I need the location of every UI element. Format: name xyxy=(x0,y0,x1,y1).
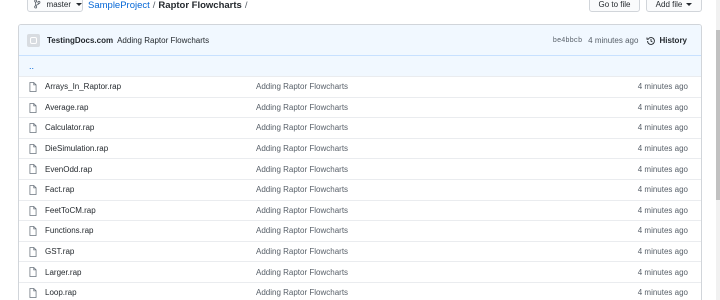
file-name-link[interactable]: GST.rap xyxy=(45,247,74,256)
chevron-down-icon xyxy=(686,2,693,6)
file-commit-age: 4 minutes ago xyxy=(637,267,688,277)
repo-toolbar: master SampleProject / Raptor Flowcharts / … xyxy=(0,0,720,14)
add-file-button[interactable]: Add file xyxy=(646,0,702,12)
file-icon xyxy=(29,143,37,154)
file-name-link[interactable]: Arrays_In_Raptor.rap xyxy=(45,82,121,91)
breadcrumb-current-folder: Raptor Flowcharts xyxy=(158,0,242,11)
file-row[interactable]: Arrays_In_Raptor.rap Adding Raptor Flowch… xyxy=(19,77,701,98)
branch-select-button[interactable]: master xyxy=(27,0,83,12)
file-name-link[interactable]: Larger.rap xyxy=(45,268,81,277)
file-commit-message[interactable]: Adding Raptor Flowcharts xyxy=(256,247,348,256)
commit-meta: be4bbcb 4 minutes ago History xyxy=(553,25,687,56)
file-commit-age: 4 minutes ago xyxy=(637,102,688,112)
file-commit-age: 4 minutes ago xyxy=(637,144,688,154)
file-row[interactable]: Functions.rap Adding Raptor Flowcharts 4 m… xyxy=(19,221,701,242)
history-link[interactable]: History xyxy=(646,36,687,46)
avatar[interactable] xyxy=(27,33,40,47)
file-commit-age: 4 minutes ago xyxy=(637,82,688,92)
file-commit-message[interactable]: Adding Raptor Flowcharts xyxy=(256,123,348,132)
latest-commit-bar: TestingDocs.com Adding Raptor Flowcharts… xyxy=(19,25,701,56)
commit-sha-link[interactable]: be4bbcb xyxy=(553,37,582,45)
file-commit-age: 4 minutes ago xyxy=(637,123,688,133)
add-file-label: Add file xyxy=(655,0,683,9)
file-commit-message[interactable]: Adding Raptor Flowcharts xyxy=(256,103,348,112)
commit-author-link[interactable]: TestingDocs.com xyxy=(47,36,113,45)
file-commit-age: 4 minutes ago xyxy=(637,205,688,215)
file-commit-message[interactable]: Adding Raptor Flowcharts xyxy=(256,185,348,194)
file-commit-message[interactable]: Adding Raptor Flowcharts xyxy=(256,288,348,297)
parent-directory-link[interactable]: .. xyxy=(19,56,701,77)
breadcrumb-separator: / xyxy=(152,0,156,11)
file-rows: Arrays_In_Raptor.rap Adding Raptor Flowch… xyxy=(19,77,701,300)
breadcrumb: SampleProject / Raptor Flowcharts / xyxy=(88,0,250,11)
file-name-link[interactable]: EvenOdd.rap xyxy=(45,165,92,174)
file-commit-age: 4 minutes ago xyxy=(637,247,688,257)
commit-message-link[interactable]: Adding Raptor Flowcharts xyxy=(117,36,209,45)
file-commit-age: 4 minutes ago xyxy=(637,288,688,298)
file-commit-message[interactable]: Adding Raptor Flowcharts xyxy=(256,206,348,215)
file-row[interactable]: EvenOdd.rap Adding Raptor Flowcharts 4 min… xyxy=(19,159,701,180)
file-commit-age: 4 minutes ago xyxy=(637,185,688,195)
scrollbar-thumb[interactable] xyxy=(716,30,720,200)
commit-time: 4 minutes ago xyxy=(588,36,639,45)
file-row[interactable]: GST.rap Adding Raptor Flowcharts 4 minutes… xyxy=(19,242,701,263)
chevron-down-icon xyxy=(76,2,82,6)
file-name-link[interactable]: Calculator.rap xyxy=(45,123,94,132)
file-commit-message[interactable]: Adding Raptor Flowcharts xyxy=(256,165,348,174)
file-commit-message[interactable]: Adding Raptor Flowcharts xyxy=(256,144,348,153)
file-row[interactable]: Calculator.rap Adding Raptor Flowcharts 4 … xyxy=(19,118,701,139)
file-row[interactable]: DieSimulation.rap Adding Raptor Flowchart… xyxy=(19,139,701,160)
file-icon xyxy=(29,205,37,216)
file-icon xyxy=(29,164,37,175)
file-commit-message[interactable]: Adding Raptor Flowcharts xyxy=(256,82,348,91)
file-row[interactable]: Average.rap Adding Raptor Flowcharts 4 min… xyxy=(19,98,701,119)
file-name-link[interactable]: FeetToCM.rap xyxy=(45,206,96,215)
file-row[interactable]: Loop.rap Adding Raptor Flowcharts 4 minute… xyxy=(19,283,701,300)
file-name-link[interactable]: Fact.rap xyxy=(45,185,74,194)
file-name-link[interactable]: Loop.rap xyxy=(45,288,77,297)
page-scrollbar[interactable] xyxy=(716,0,720,300)
file-icon xyxy=(29,267,37,278)
breadcrumb-repo-link[interactable]: SampleProject xyxy=(88,0,150,11)
history-label: History xyxy=(659,36,687,45)
file-icon xyxy=(29,185,37,195)
file-icon xyxy=(29,123,37,134)
file-commit-age: 4 minutes ago xyxy=(637,164,688,174)
file-name-link[interactable]: Average.rap xyxy=(45,103,88,112)
file-commit-message[interactable]: Adding Raptor Flowcharts xyxy=(256,226,348,235)
file-icon xyxy=(29,82,37,92)
clock-history-icon xyxy=(646,36,656,45)
file-name-link[interactable]: DieSimulation.rap xyxy=(45,144,108,153)
file-commit-age: 4 minutes ago xyxy=(637,226,688,236)
branch-name: master xyxy=(46,0,71,9)
file-icon xyxy=(29,102,37,113)
file-name-link[interactable]: Functions.rap xyxy=(45,226,93,235)
breadcrumb-separator: / xyxy=(244,0,248,11)
file-list-box: TestingDocs.com Adding Raptor Flowcharts… xyxy=(18,24,702,300)
file-row[interactable]: Larger.rap Adding Raptor Flowcharts 4 minu… xyxy=(19,262,701,283)
file-icon xyxy=(29,246,37,257)
git-branch-icon xyxy=(34,0,41,9)
go-to-file-button[interactable]: Go to file xyxy=(589,0,640,12)
file-row[interactable]: Fact.rap Adding Raptor Flowcharts 4 minute… xyxy=(19,180,701,201)
file-icon xyxy=(29,288,37,298)
file-row[interactable]: FeetToCM.rap Adding Raptor Flowcharts 4 mi… xyxy=(19,201,701,222)
file-icon xyxy=(29,226,37,237)
file-commit-message[interactable]: Adding Raptor Flowcharts xyxy=(256,268,348,277)
